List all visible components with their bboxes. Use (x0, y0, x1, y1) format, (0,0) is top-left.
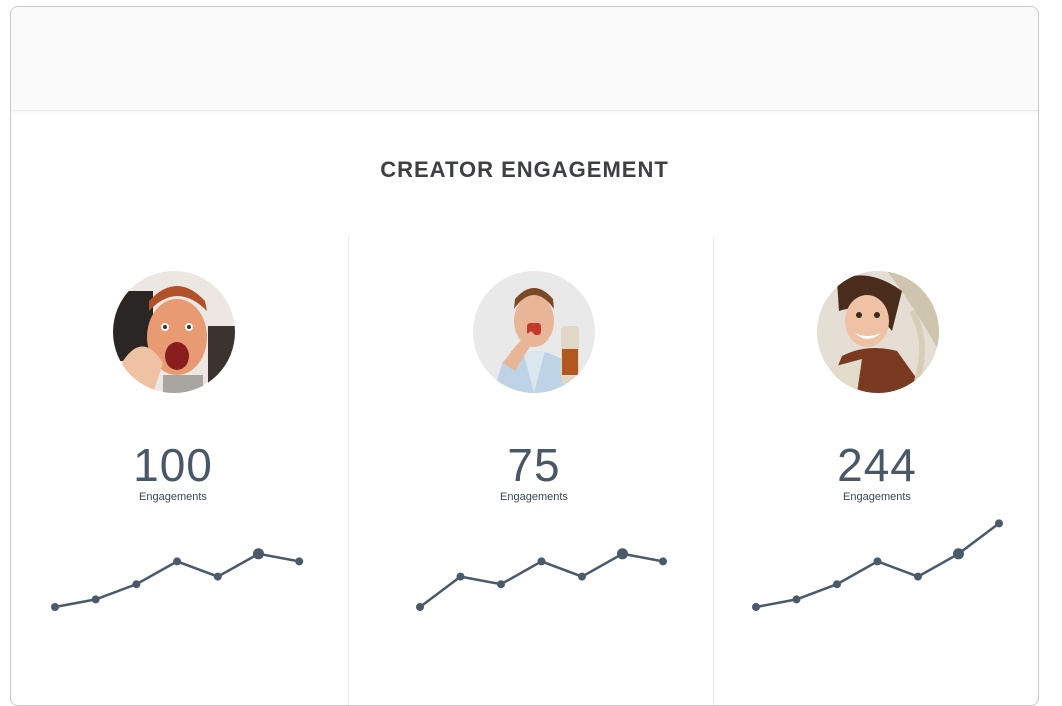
trend-point[interactable] (91, 595, 100, 604)
smiling-woman-hat-photo (817, 271, 939, 393)
engagement-count: 100 (133, 439, 213, 491)
trend-point[interactable] (659, 557, 667, 566)
excited-man-thumbs-up-photo (113, 271, 235, 393)
engagement-metric: 100 Engagements (93, 442, 253, 503)
trend-point[interactable] (416, 603, 424, 611)
creator-column-2: 75 Engagements (348, 236, 714, 705)
trend-point[interactable] (456, 572, 465, 581)
engagement-metric: 75 Engagements (454, 442, 614, 503)
engagement-metric: 244 Engagements (797, 442, 957, 503)
trend-point[interactable] (873, 557, 882, 566)
trend-point[interactable] (752, 603, 760, 611)
trend-point[interactable] (914, 572, 922, 581)
engagement-label: Engagements (139, 491, 207, 503)
engagement-count: 75 (507, 439, 561, 491)
trend-point[interactable] (497, 580, 505, 589)
engagement-count: 244 (837, 439, 917, 491)
trend-point[interactable] (173, 557, 182, 566)
trend-point[interactable] (833, 580, 841, 589)
engagement-sparkline (752, 519, 1003, 611)
trend-point[interactable] (578, 572, 586, 581)
trend-point[interactable] (213, 572, 222, 581)
creator-avatar[interactable] (113, 271, 235, 393)
trend-point[interactable] (792, 595, 801, 604)
section-title: CREATOR ENGAGEMENT (380, 157, 669, 182)
engagement-sparkline (416, 548, 667, 611)
creator-column-1: 100 Engagements (11, 236, 348, 705)
engagement-label: Engagements (843, 491, 911, 503)
trend-point[interactable] (537, 557, 546, 566)
trend-point[interactable] (295, 557, 304, 566)
engagement-label: Engagements (500, 491, 568, 503)
creator-column-3: 244 Engagements (713, 236, 1038, 705)
card-header (11, 7, 1038, 111)
trend-point[interactable] (617, 548, 628, 560)
engagement-card: CREATOR ENGAGEMENT 100 Engagements 75 En… (10, 6, 1039, 706)
trend-point[interactable] (953, 548, 964, 560)
trend-point[interactable] (995, 519, 1003, 528)
trend-point[interactable] (132, 580, 141, 589)
creator-avatar[interactable] (473, 271, 595, 393)
man-drinking-photo (473, 271, 595, 393)
trend-point[interactable] (253, 548, 264, 560)
creator-avatar[interactable] (817, 271, 939, 393)
trend-point[interactable] (51, 603, 59, 611)
engagement-sparkline (51, 548, 304, 611)
